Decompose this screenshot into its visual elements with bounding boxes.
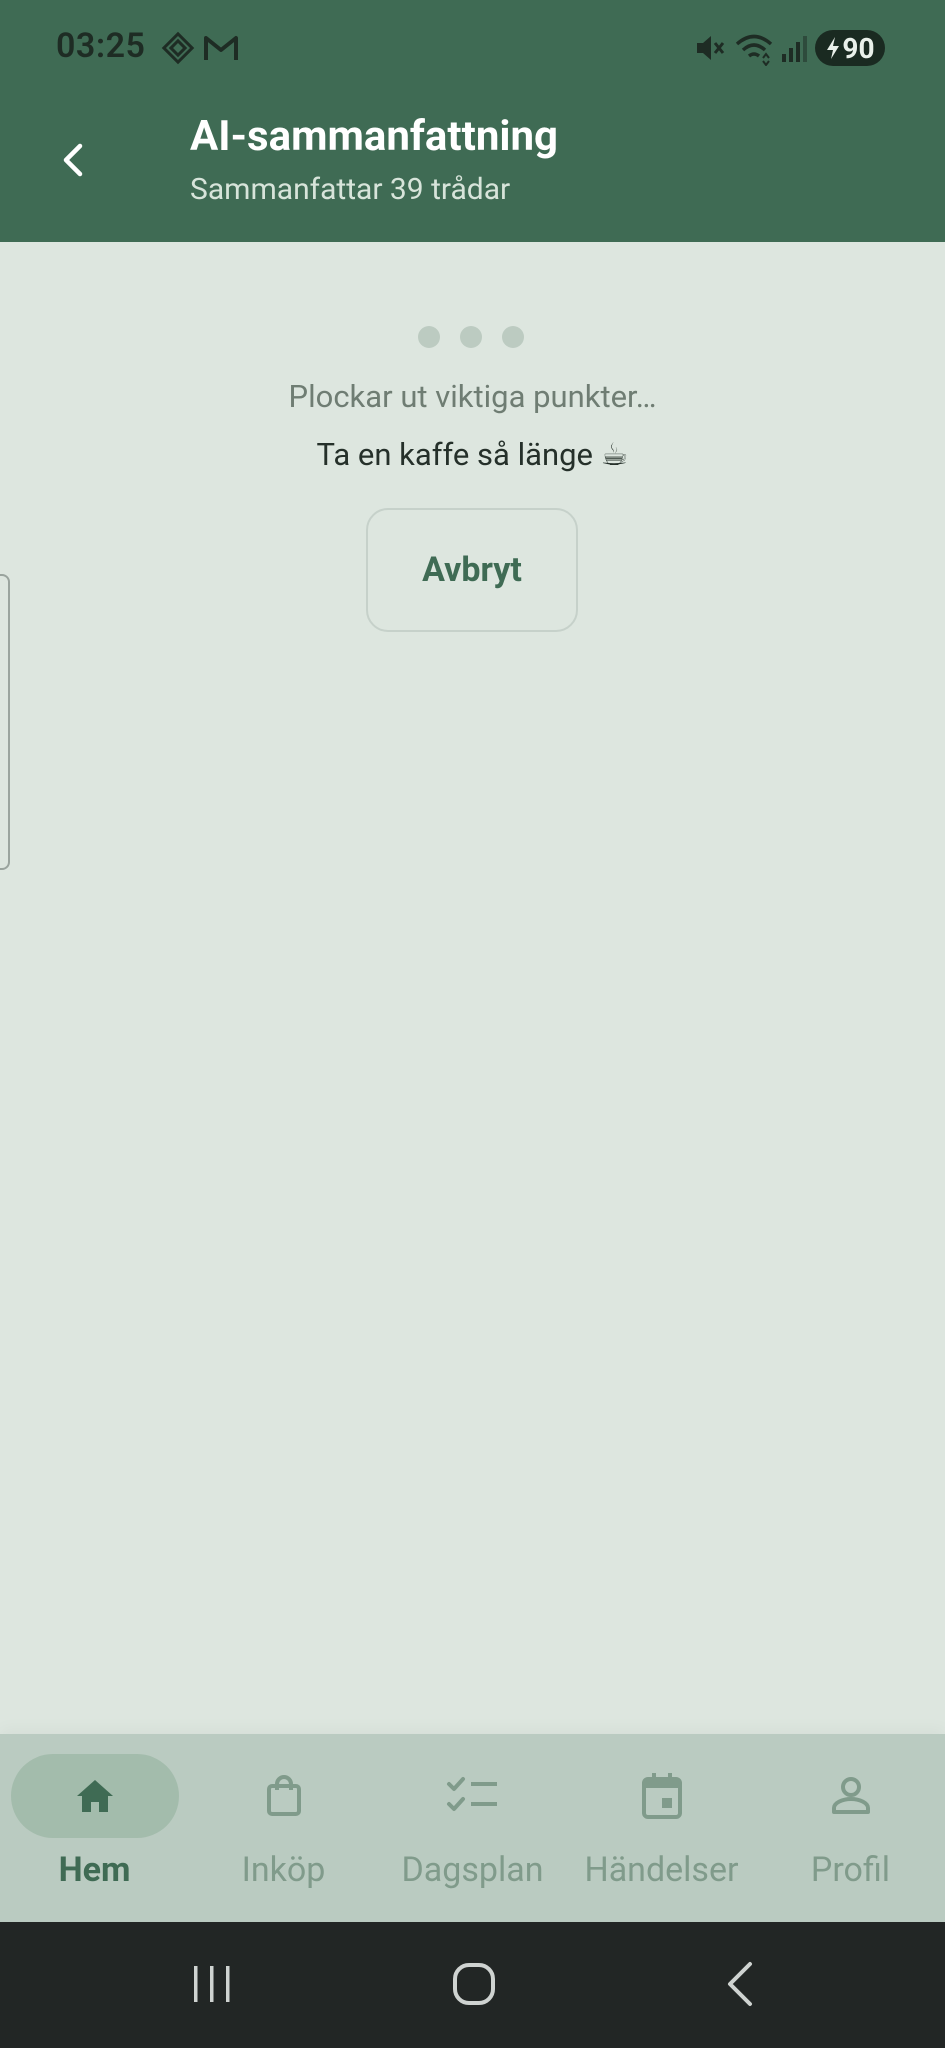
nav-item-inkop[interactable]: Inköp [189, 1734, 378, 1922]
nav-item-handelser[interactable]: Händelser [567, 1734, 756, 1922]
wifi-icon [734, 30, 774, 70]
status-time: 03:25 [56, 26, 146, 66]
battery-icon: 90 [815, 30, 885, 66]
home-circle-icon [453, 1963, 495, 2005]
nav-label-inkop: Inköp [241, 1850, 326, 1890]
app-bar: AI-sammanfattning Sammanfattar 39 trådar [0, 98, 945, 242]
gmail-icon [202, 30, 240, 70]
system-navigation-bar [0, 1922, 945, 2048]
system-back-icon [728, 1962, 752, 2006]
battery-level: 90 [842, 31, 875, 65]
nav-label-profil: Profil [810, 1850, 891, 1890]
nav-item-profil[interactable]: Profil [756, 1734, 945, 1922]
signal-app-icon [160, 30, 196, 70]
shopping-bag-icon [266, 1775, 301, 1816]
page-title: AI-sammanfattning [190, 112, 559, 161]
cancel-button[interactable]: Avbryt [366, 508, 578, 632]
mute-icon [694, 30, 726, 70]
loading-dot [502, 326, 524, 348]
page-subtitle: Sammanfattar 39 trådar [190, 172, 511, 207]
nav-item-dagsplan[interactable]: Dagsplan [378, 1734, 567, 1922]
edge-panel-handle[interactable] [0, 574, 10, 870]
loading-hint-text: Ta en kaffe så länge ☕ [316, 436, 629, 473]
recent-apps-button[interactable] [188, 1960, 236, 2012]
back-button[interactable] [44, 130, 104, 190]
bottom-navigation: Hem Inköp Dagsplan Händelser Profil [0, 1734, 945, 1922]
loading-indicator [418, 326, 524, 348]
nav-item-home[interactable]: Hem [0, 1734, 189, 1922]
loading-status-text: Plockar ut viktiga punkter… [288, 378, 657, 415]
status-bar: 03:25 90 [0, 0, 945, 98]
home-button[interactable] [450, 1960, 498, 2012]
nav-label-dagsplan: Dagsplan [401, 1850, 544, 1890]
checklist-icon [446, 1777, 497, 1811]
nav-label-home: Hem [58, 1850, 131, 1890]
calendar-icon [641, 1773, 682, 1819]
system-back-button[interactable] [718, 1960, 766, 2012]
loading-dot [460, 326, 482, 348]
person-icon [831, 1777, 870, 1814]
back-arrow-icon [63, 143, 83, 177]
cell-signal-icon [780, 30, 808, 70]
loading-dot [418, 326, 440, 348]
home-icon [76, 1780, 113, 1812]
nav-label-handelser: Händelser [584, 1850, 739, 1890]
recent-apps-icon [194, 1966, 230, 2002]
